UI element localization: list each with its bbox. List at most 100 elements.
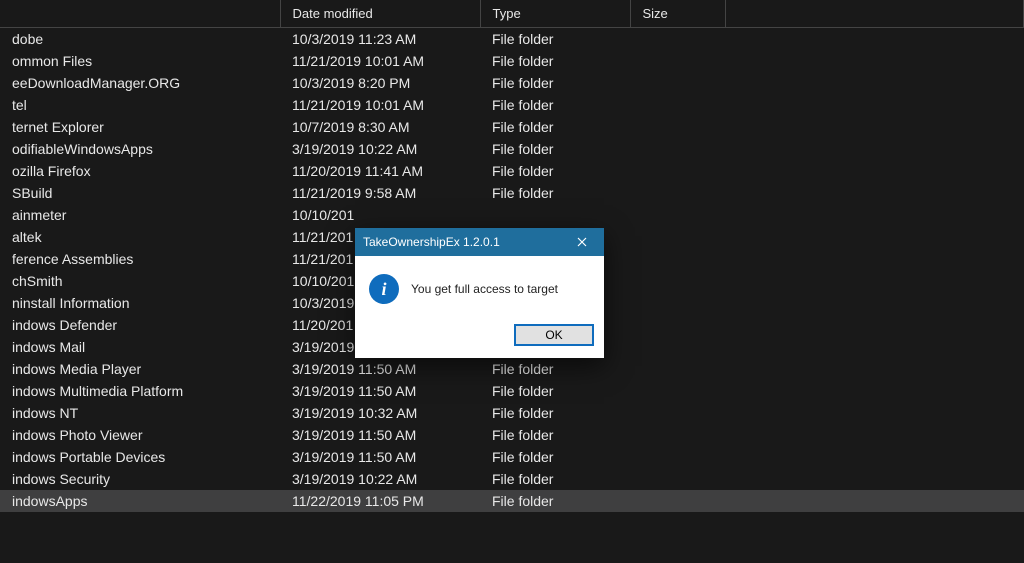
cell-size: [630, 28, 725, 50]
cell-name: indowsApps: [0, 490, 280, 512]
cell-size: [630, 94, 725, 116]
cell-name: ainmeter: [0, 204, 280, 226]
table-row[interactable]: indows Photo Viewer3/19/2019 11:50 AMFil…: [0, 424, 1024, 446]
column-header-date[interactable]: Date modified: [280, 0, 480, 28]
cell-date: 11/20/2019 11:41 AM: [280, 160, 480, 182]
table-row[interactable]: indows Multimedia Platform3/19/2019 11:5…: [0, 380, 1024, 402]
cell-size: [630, 138, 725, 160]
table-row[interactable]: [0, 512, 1024, 534]
table-row[interactable]: indows Media Player3/19/2019 11:50 AMFil…: [0, 358, 1024, 380]
cell-name: eeDownloadManager.ORG: [0, 72, 280, 94]
cell-size: [630, 182, 725, 204]
cell-date: 3/19/2019 11:50 AM: [280, 446, 480, 468]
cell-size: [630, 358, 725, 380]
cell-type: File folder: [480, 116, 630, 138]
info-icon: i: [369, 274, 399, 304]
cell-size: [630, 226, 725, 248]
ok-button[interactable]: OK: [514, 324, 594, 346]
cell-size: [630, 248, 725, 270]
cell-type: File folder: [480, 72, 630, 94]
cell-pad: [725, 446, 1024, 468]
cell-pad: [725, 490, 1024, 512]
table-row[interactable]: ainmeter10/10/201: [0, 204, 1024, 226]
cell-size: [630, 336, 725, 358]
cell-pad: [725, 270, 1024, 292]
table-row[interactable]: indows Security3/19/2019 10:22 AMFile fo…: [0, 468, 1024, 490]
cell-pad: [725, 28, 1024, 50]
cell-date: 10/3/2019 8:20 PM: [280, 72, 480, 94]
cell-size: [630, 446, 725, 468]
cell-date: [280, 512, 480, 534]
cell-pad: [725, 336, 1024, 358]
close-icon[interactable]: [560, 228, 604, 256]
cell-type: File folder: [480, 468, 630, 490]
cell-date: 3/19/2019 11:50 AM: [280, 380, 480, 402]
cell-pad: [725, 116, 1024, 138]
table-row[interactable]: dobe10/3/2019 11:23 AMFile folder: [0, 28, 1024, 50]
cell-name: indows Defender: [0, 314, 280, 336]
cell-type: File folder: [480, 402, 630, 424]
cell-type: File folder: [480, 358, 630, 380]
dialog-title-bar[interactable]: TakeOwnershipEx 1.2.0.1: [355, 228, 604, 256]
cell-name: ozilla Firefox: [0, 160, 280, 182]
table-row[interactable]: ommon Files11/21/2019 10:01 AMFile folde…: [0, 50, 1024, 72]
cell-size: [630, 314, 725, 336]
cell-pad: [725, 358, 1024, 380]
table-row[interactable]: indows NT3/19/2019 10:32 AMFile folder: [0, 402, 1024, 424]
cell-type: File folder: [480, 424, 630, 446]
column-header-row: Date modified Type Size: [0, 0, 1024, 28]
cell-size: [630, 424, 725, 446]
column-header-type[interactable]: Type: [480, 0, 630, 28]
column-header-pad: [725, 0, 1024, 28]
cell-type: File folder: [480, 380, 630, 402]
cell-name: ommon Files: [0, 50, 280, 72]
cell-date: 3/19/2019 10:22 AM: [280, 468, 480, 490]
cell-name: dobe: [0, 28, 280, 50]
cell-type: [480, 204, 630, 226]
cell-pad: [725, 160, 1024, 182]
cell-name: tel: [0, 94, 280, 116]
dialog-body: i You get full access to target: [355, 256, 604, 316]
cell-name: [0, 512, 280, 534]
cell-name: SBuild: [0, 182, 280, 204]
table-row[interactable]: odifiableWindowsApps3/19/2019 10:22 AMFi…: [0, 138, 1024, 160]
cell-name: indows Mail: [0, 336, 280, 358]
cell-size: [630, 292, 725, 314]
column-header-size[interactable]: Size: [630, 0, 725, 28]
cell-type: File folder: [480, 490, 630, 512]
cell-date: 11/21/2019 10:01 AM: [280, 50, 480, 72]
cell-size: [630, 160, 725, 182]
cell-pad: [725, 226, 1024, 248]
table-row[interactable]: eeDownloadManager.ORG10/3/2019 8:20 PMFi…: [0, 72, 1024, 94]
table-row[interactable]: ozilla Firefox11/20/2019 11:41 AMFile fo…: [0, 160, 1024, 182]
table-row[interactable]: ternet Explorer10/7/2019 8:30 AMFile fol…: [0, 116, 1024, 138]
cell-date: 3/19/2019 10:22 AM: [280, 138, 480, 160]
table-row[interactable]: tel11/21/2019 10:01 AMFile folder: [0, 94, 1024, 116]
column-header-name[interactable]: [0, 0, 280, 28]
cell-pad: [725, 72, 1024, 94]
table-row[interactable]: indows Portable Devices3/19/2019 11:50 A…: [0, 446, 1024, 468]
table-row[interactable]: indowsApps11/22/2019 11:05 PMFile folder: [0, 490, 1024, 512]
cell-pad: [725, 204, 1024, 226]
table-row[interactable]: SBuild11/21/2019 9:58 AMFile folder: [0, 182, 1024, 204]
cell-pad: [725, 94, 1024, 116]
cell-pad: [725, 248, 1024, 270]
cell-size: [630, 512, 725, 534]
cell-size: [630, 116, 725, 138]
cell-size: [630, 468, 725, 490]
cell-size: [630, 402, 725, 424]
cell-name: indows Portable Devices: [0, 446, 280, 468]
cell-date: 10/10/201: [280, 204, 480, 226]
dialog-title-text: TakeOwnershipEx 1.2.0.1: [355, 235, 500, 249]
cell-name: altek: [0, 226, 280, 248]
cell-size: [630, 204, 725, 226]
cell-type: File folder: [480, 182, 630, 204]
cell-size: [630, 50, 725, 72]
cell-name: ternet Explorer: [0, 116, 280, 138]
cell-name: indows NT: [0, 402, 280, 424]
cell-date: 3/19/2019 11:50 AM: [280, 424, 480, 446]
cell-type: File folder: [480, 138, 630, 160]
cell-type: File folder: [480, 160, 630, 182]
cell-pad: [725, 138, 1024, 160]
cell-size: [630, 490, 725, 512]
